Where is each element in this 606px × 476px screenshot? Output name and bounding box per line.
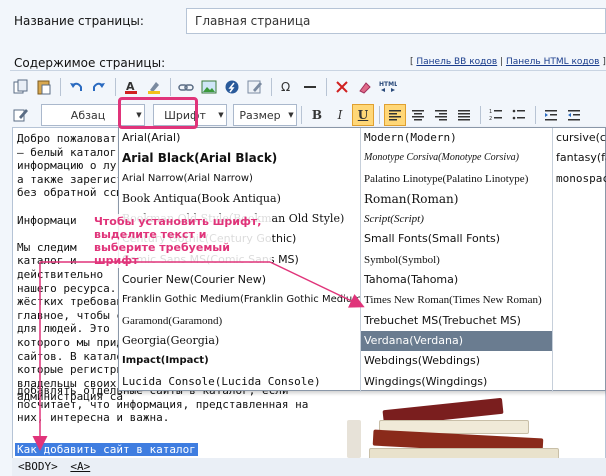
ordered-list-icon[interactable]: 12 bbox=[485, 104, 507, 126]
image-icon[interactable] bbox=[198, 76, 220, 98]
html-panel-link[interactable]: Панель HTML кодов bbox=[506, 57, 600, 67]
html-source-icon[interactable]: HTML bbox=[377, 76, 399, 98]
font-option[interactable]: Wingdings(Wingdings) bbox=[361, 372, 552, 392]
font-option[interactable]: Symbol(Symbol) bbox=[361, 250, 552, 270]
books-image bbox=[343, 396, 605, 458]
separator bbox=[326, 78, 327, 96]
undo-icon[interactable] bbox=[65, 76, 87, 98]
svg-text:Ω: Ω bbox=[281, 80, 290, 94]
font-option[interactable]: Georgia(Georgia) bbox=[119, 331, 360, 351]
copy-icon[interactable] bbox=[10, 76, 32, 98]
font-select-highlight bbox=[118, 97, 198, 129]
redo-icon[interactable] bbox=[88, 76, 110, 98]
font-option[interactable]: Monotype Corsiva(Monotype Corsiva) bbox=[361, 148, 552, 168]
font-option[interactable]: Arial Narrow(Arial Narrow) bbox=[119, 169, 360, 189]
align-justify-icon[interactable] bbox=[453, 104, 475, 126]
align-center-icon[interactable] bbox=[407, 104, 429, 126]
font-option[interactable]: Impact(Impact) bbox=[119, 351, 360, 371]
panel-links: [ Панель BB кодов | Панель HTML кодов ] bbox=[410, 57, 606, 67]
font-option[interactable]: Roman(Roman) bbox=[361, 189, 552, 209]
divider bbox=[10, 70, 606, 71]
separator bbox=[480, 106, 481, 124]
underline-button[interactable]: U bbox=[352, 104, 374, 126]
horizontal-rule-icon[interactable] bbox=[299, 76, 321, 98]
font-option[interactable]: cursive(cu bbox=[553, 128, 606, 148]
indent-icon[interactable] bbox=[540, 104, 562, 126]
font-option[interactable]: Arial Black(Arial Black) bbox=[119, 148, 360, 168]
font-column-2: Modern(Modern) Monotype Corsiva(Monotype … bbox=[361, 128, 553, 392]
outdent-icon[interactable] bbox=[563, 104, 585, 126]
chevron-down-icon: ▼ bbox=[288, 111, 294, 119]
content-label: Содержимое страницы: bbox=[14, 56, 166, 70]
toolbar-top: A Ω HTML bbox=[10, 74, 606, 100]
edit-style-icon[interactable] bbox=[10, 104, 32, 126]
font-option[interactable]: Modern(Modern) bbox=[361, 128, 552, 148]
font-option[interactable]: monospac bbox=[553, 169, 606, 189]
remove-format-icon[interactable] bbox=[331, 76, 353, 98]
italic-button[interactable]: I bbox=[329, 104, 351, 126]
separator bbox=[379, 106, 380, 124]
font-option[interactable]: Lucida Console(Lucida Console) bbox=[119, 372, 360, 392]
separator bbox=[301, 106, 302, 124]
svg-text:1: 1 bbox=[489, 109, 492, 115]
svg-text:2: 2 bbox=[489, 116, 492, 122]
highlight-color-icon[interactable] bbox=[143, 76, 165, 98]
font-option[interactable]: fantasy(fa bbox=[553, 148, 606, 168]
separator bbox=[535, 106, 536, 124]
paste-icon[interactable] bbox=[33, 76, 55, 98]
font-option[interactable]: Script(Script) bbox=[361, 209, 552, 229]
font-option[interactable]: Small Fonts(Small Fonts) bbox=[361, 229, 552, 249]
font-option[interactable]: Franklin Gothic Medium(Franklin Gothic M… bbox=[119, 290, 360, 310]
tooltip-annotation: Чтобы установить шрифт, выделите текст и… bbox=[92, 214, 272, 268]
a-tag[interactable]: <A> bbox=[70, 460, 90, 473]
separator bbox=[271, 78, 272, 96]
font-option[interactable]: Palatino Linotype(Palatino Linotype) bbox=[361, 169, 552, 189]
font-column-3: cursive(cufantasy(famonospac bbox=[553, 128, 606, 392]
font-option[interactable]: Webdings(Webdings) bbox=[361, 351, 552, 371]
selected-text: Как добавить сайт в каталог bbox=[15, 443, 198, 456]
toolbar-format: Абзац ▼ Шрифт ▼ Размер ▼ B I U 12 bbox=[10, 102, 606, 128]
body-tag[interactable]: <BODY> bbox=[18, 460, 58, 473]
align-left-icon[interactable] bbox=[384, 104, 406, 126]
separator bbox=[60, 78, 61, 96]
special-char-icon[interactable]: Ω bbox=[276, 76, 298, 98]
font-option[interactable]: Times New Roman(Times New Roman) bbox=[361, 290, 552, 310]
font-size-select[interactable]: Размер ▼ bbox=[233, 104, 297, 126]
bold-button[interactable]: B bbox=[306, 104, 328, 126]
separator bbox=[170, 78, 171, 96]
text-color-icon[interactable]: A bbox=[120, 76, 142, 98]
font-option[interactable]: Courier New(Courier New) bbox=[119, 270, 360, 290]
font-option[interactable]: Garamond(Garamond) bbox=[119, 311, 360, 331]
font-option[interactable]: Arial(Arial) bbox=[119, 128, 360, 148]
unordered-list-icon[interactable] bbox=[508, 104, 530, 126]
font-option[interactable]: Trebuchet MS(Trebuchet MS) bbox=[361, 311, 552, 331]
bb-panel-link[interactable]: Панель BB кодов bbox=[416, 57, 497, 67]
font-option[interactable]: Verdana(Verdana) bbox=[361, 330, 552, 352]
svg-text:HTML: HTML bbox=[379, 81, 397, 88]
page-title-label: Название страницы: bbox=[14, 14, 144, 28]
editor-line: них, интересна и важна. bbox=[17, 411, 170, 425]
page-title-input[interactable] bbox=[186, 8, 606, 34]
edit-image-icon[interactable] bbox=[244, 76, 266, 98]
element-path-bar: <BODY> <A> bbox=[12, 458, 606, 476]
align-right-icon[interactable] bbox=[430, 104, 452, 126]
flash-icon[interactable] bbox=[221, 76, 243, 98]
font-option[interactable]: Book Antiqua(Book Antiqua) bbox=[119, 189, 360, 209]
chevron-down-icon: ▼ bbox=[218, 111, 224, 119]
font-option[interactable]: Tahoma(Tahoma) bbox=[361, 270, 552, 290]
clean-icon[interactable] bbox=[354, 76, 376, 98]
editor-line: посчитает, что информация, представленна… bbox=[17, 397, 309, 411]
separator bbox=[115, 78, 116, 96]
link-icon[interactable] bbox=[175, 76, 197, 98]
